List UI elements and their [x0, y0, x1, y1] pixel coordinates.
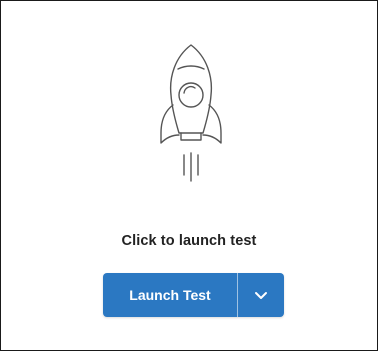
- rocket-icon: [151, 43, 231, 193]
- launch-split-button: Launch Test: [103, 273, 284, 317]
- launch-prompt-text: Click to launch test: [121, 233, 257, 249]
- launch-test-button[interactable]: Launch Test: [103, 273, 237, 317]
- chevron-down-icon: [255, 291, 267, 299]
- launch-options-dropdown-button[interactable]: [238, 273, 284, 317]
- launch-card: Click to launch test Launch Test: [0, 0, 378, 351]
